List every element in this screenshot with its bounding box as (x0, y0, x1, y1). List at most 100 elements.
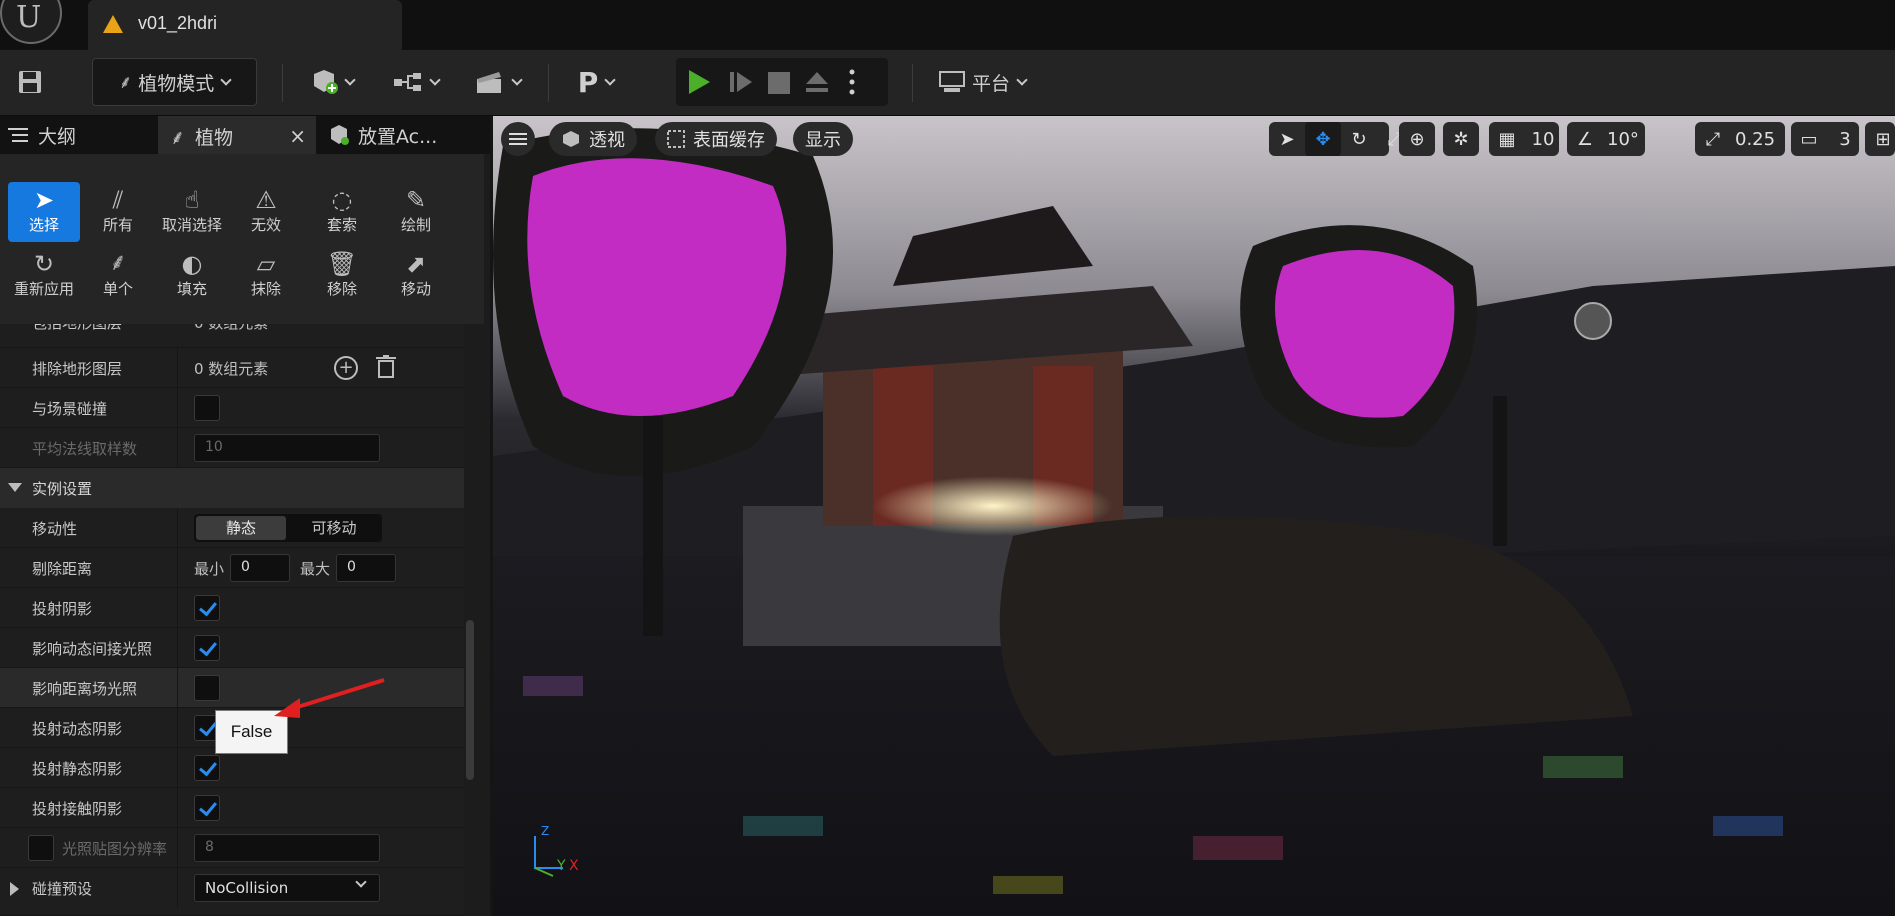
rotation-snap[interactable]: ∠ 10° (1567, 122, 1645, 156)
show-button[interactable]: 显示 (793, 122, 853, 156)
add-element-icon[interactable]: + (334, 356, 358, 380)
p-dropdown[interactable]: P (566, 58, 626, 106)
lightmap-res-input[interactable]: 8 (194, 834, 380, 862)
property-collision-preset: 碰撞预设 NoCollision (0, 868, 464, 916)
tab-place-actors[interactable]: 放置Ac... (328, 116, 488, 154)
outliner-icon (8, 128, 28, 142)
foliage-tool-palette: ➤ 选择 ⫽ 所有 ☝ 取消选择 ⚠ 无效 ◌ 套索 ✎ 绘制 ↻ 重新应用 ⸙ 单个 ◐ 填充 … (0, 154, 484, 324)
translate-mode-icon[interactable]: ✥ (1305, 122, 1341, 156)
collide-world-checkbox[interactable] (194, 395, 220, 421)
property-include-layers: 包括地形图层 0 数组元素 (0, 324, 464, 348)
mobility-movable[interactable]: 可移动 (288, 516, 380, 540)
tab-foliage[interactable]: ⸙ 植物 × (158, 116, 316, 154)
viewport-menu-button[interactable] (501, 122, 535, 156)
play-controls (676, 58, 888, 106)
annotation-arrow-icon (274, 678, 385, 718)
save-icon[interactable] (10, 58, 50, 106)
grid-icon: ▦ (1498, 128, 1516, 150)
section-instance-settings[interactable]: 实例设置 (0, 468, 464, 508)
property-avg-normal: 平均法线取样数 10 (0, 428, 464, 468)
panel-tabs: 大纲 ⸙ 植物 × 放置Ac... (0, 116, 490, 154)
collision-preset-dropdown[interactable]: NoCollision (194, 874, 380, 902)
fill-icon: ◐ (181, 250, 203, 278)
property-cull-distance: 剔除距离 最小 0 最大 0 (0, 548, 464, 588)
camera-icon: ▭ (1800, 128, 1818, 150)
lasso-icon: ◌ (331, 186, 353, 214)
tool-deselect[interactable]: ☝ 取消选择 (156, 182, 228, 242)
tool-reapply[interactable]: ↻ 重新应用 (6, 246, 82, 306)
property-cast-shadow: 投射阴影 (0, 588, 464, 628)
foliage-icon: ⸙ (170, 124, 185, 149)
dotted-square-icon (667, 130, 685, 148)
view-mode-button[interactable]: 表面缓存 (655, 122, 777, 156)
mode-dropdown[interactable]: ⸙ 植物模式 (92, 58, 257, 106)
tool-single[interactable]: ⸙ 单个 (82, 246, 154, 306)
grid-snap[interactable]: ▦ 10 (1489, 122, 1559, 156)
distance-field-checkbox[interactable] (194, 675, 220, 701)
globe-icon: ⊕ (1409, 128, 1425, 150)
scale-snap[interactable]: ⤢ 0.25 (1695, 122, 1785, 156)
tool-invalid[interactable]: ⚠ 无效 (230, 182, 302, 242)
cube-icon (563, 131, 579, 147)
cull-min-input[interactable]: 0 (230, 554, 290, 582)
main-toolbar: ⸙ 植物模式 P 平台 (0, 50, 1895, 116)
property-static-shadow: 投射静态阴影 (0, 748, 464, 788)
property-collide-world: 与场景碰撞 (0, 388, 464, 428)
tool-lasso[interactable]: ◌ 套索 (306, 182, 378, 242)
dynamic-gi-checkbox[interactable] (194, 635, 220, 661)
level-tab[interactable]: v01_2hdri (88, 0, 402, 50)
angle-icon: ∠ (1576, 128, 1594, 150)
tool-paint[interactable]: ✎ 绘制 (380, 182, 452, 242)
viewport[interactable]: Z Y X 透视 表面缓存 显示 ➤ ✥ ↻ ⤢ ⊕ ✲ ▦ 10 ∠ 10° ⤢ 0… (493, 116, 1895, 916)
property-lightmap-res: 光照贴图分辨率 8 (0, 828, 464, 868)
remove-icon: 🗑 (326, 250, 358, 278)
tab-outliner[interactable]: 大纲 (8, 116, 148, 154)
lightmap-override-checkbox[interactable] (28, 835, 54, 861)
delete-icon[interactable] (376, 355, 396, 383)
platform-dropdown[interactable]: 平台 (932, 58, 1032, 106)
cull-max-input[interactable]: 0 (336, 554, 396, 582)
blueprint-button[interactable] (386, 58, 446, 106)
layout-button[interactable]: ⊞ (1865, 122, 1895, 156)
close-tab-icon[interactable]: × (289, 124, 306, 148)
paint-icon: ✎ (405, 186, 427, 214)
avg-normal-input[interactable]: 10 (194, 434, 380, 462)
eject-icon[interactable] (804, 70, 830, 98)
tool-select[interactable]: ➤ 选择 (8, 182, 80, 242)
tool-move[interactable]: ⬈ 移动 (380, 246, 452, 306)
rotate-mode-icon[interactable]: ↻ (1341, 122, 1377, 156)
advance-frame-icon[interactable] (728, 70, 754, 98)
static-shadow-checkbox[interactable] (194, 755, 220, 781)
hamburger-icon (509, 133, 527, 145)
axis-x-label: X (569, 858, 579, 874)
stop-icon[interactable] (768, 72, 790, 98)
contact-shadow-checkbox[interactable] (194, 795, 220, 821)
world-local-toggle[interactable]: ⊕ (1399, 122, 1435, 156)
platform-icon (938, 71, 965, 92)
scene-render (493, 128, 1895, 916)
mode-label: 植物模式 (138, 72, 215, 95)
tool-select-all[interactable]: ⫽ 所有 (82, 182, 154, 242)
mobility-static[interactable]: 静态 (196, 516, 286, 540)
erase-icon: ▱ (256, 250, 276, 278)
surface-snap-toggle[interactable]: ✲ (1443, 122, 1479, 156)
camera-speed[interactable]: ▭ 3 (1791, 122, 1859, 156)
play-icon[interactable] (686, 68, 712, 100)
more-options-icon[interactable] (848, 68, 856, 100)
cursor-icon: ➤ (33, 186, 55, 214)
invalid-icon: ⚠ (255, 186, 277, 214)
add-content-button[interactable] (302, 58, 362, 106)
select-mode-icon[interactable]: ➤ (1269, 122, 1305, 156)
cinematics-button[interactable] (468, 58, 528, 106)
panel-scrollbar[interactable] (466, 620, 474, 780)
collapse-arrow-icon (8, 483, 22, 492)
single-icon: ⸙ (109, 248, 127, 276)
tool-erase[interactable]: ▱ 抹除 (230, 246, 302, 306)
perspective-button[interactable]: 透视 (549, 122, 637, 156)
tool-remove[interactable]: 🗑 移除 (306, 246, 378, 306)
expand-arrow-icon[interactable] (10, 882, 19, 896)
tool-fill[interactable]: ◐ 填充 (156, 246, 228, 306)
cast-shadow-checkbox[interactable] (194, 595, 220, 621)
mobility-toggle: 静态 可移动 (194, 514, 382, 542)
reapply-icon: ↻ (33, 250, 55, 278)
